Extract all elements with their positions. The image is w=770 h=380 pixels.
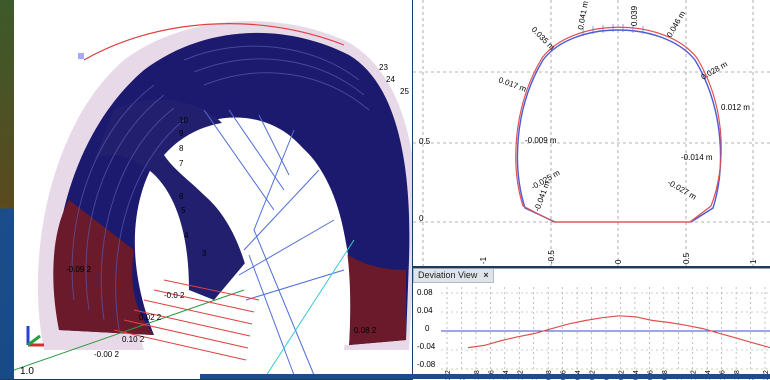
x-tick-label: 1	[749, 259, 758, 264]
deviation-view-panel: Deviation View × 0.08 0.04 0 -0.04 -0.08…	[413, 268, 770, 380]
close-icon[interactable]: ×	[483, 269, 488, 282]
deviation-label: 0.028 m	[700, 59, 730, 81]
ring-label: 6	[179, 192, 184, 201]
offset-label: -0.00 2	[94, 350, 119, 359]
ring-label: 8	[179, 144, 184, 153]
ring-label: 23	[379, 63, 388, 72]
background-desktop-strip	[0, 0, 14, 379]
taskbar-strip	[200, 374, 770, 379]
x-tick-label: -0.5	[547, 250, 556, 264]
offset-label: -0.0 2	[164, 291, 185, 300]
tunnel-3d-scene: 23 24 25 10 9 8 7 6 5 4 3 -0.09 2 -0.0 2…	[14, 21, 412, 379]
section-grid	[413, 0, 770, 266]
deviation-chart: 0.08 0.04 0 -0.04 -0.08 2.221.81.61.41.2…	[417, 287, 770, 380]
y-tick-label: -0.08	[417, 360, 436, 369]
selection-marker	[78, 53, 84, 59]
y-tick-label: 0	[425, 324, 430, 333]
deviation-label: -0.014 m	[681, 153, 713, 162]
ring-label: 7	[179, 159, 184, 168]
offset-label: 0.10 2	[122, 335, 145, 344]
offset-label: -0.09 2	[66, 265, 91, 274]
ring-label: 24	[386, 75, 395, 84]
x-tick-label: -1	[479, 256, 488, 264]
deviation-label: -0.009 m	[525, 136, 557, 145]
tab-deviation-view[interactable]: Deviation View ×	[413, 269, 494, 283]
deviation-label: 0.041 m	[576, 0, 590, 30]
ring-label: 5	[181, 206, 186, 215]
deviation-label: -0.027 m	[666, 178, 698, 202]
deviation-profile-line	[467, 315, 770, 349]
y-tick-label: 0.5	[419, 137, 431, 146]
ring-label: 25	[400, 87, 409, 96]
tab-label: Deviation View	[418, 270, 478, 280]
x-tick-label: 0	[614, 259, 623, 264]
deviation-label: 0.035 m	[530, 25, 557, 52]
ring-label: 9	[179, 129, 184, 138]
y-tick-label: 0.04	[417, 306, 433, 315]
deviation-label: 0.017 m	[497, 75, 528, 93]
offset-label: 0.02 2	[139, 313, 162, 322]
cross-section-view[interactable]: 0.041 m 0.039 0.046 m 0.035 m 0.028 m 0.…	[413, 0, 770, 266]
deviation-label: 0.046 m	[665, 9, 687, 39]
tunnel-3d-view[interactable]: 23 24 25 10 9 8 7 6 5 4 3 -0.09 2 -0.0 2…	[14, 0, 412, 379]
y-tick-label: 0.08	[417, 288, 433, 297]
offset-label: 0.08 2	[354, 326, 377, 335]
deviation-label: 0.012 m	[721, 103, 750, 112]
deviation-grid	[441, 287, 770, 370]
view-coordinate-label: 1.0	[20, 366, 34, 377]
x-tick-label: 0.5	[682, 252, 691, 264]
y-tick-label: -0.04	[417, 342, 436, 351]
ring-label: 10	[179, 116, 188, 125]
deviation-label: 0.039	[630, 5, 639, 26]
ring-label: 3	[202, 249, 207, 258]
cross-section-plot: 0.041 m 0.039 0.046 m 0.035 m 0.028 m 0.…	[413, 0, 770, 266]
y-tick-label: 0	[419, 214, 424, 223]
ring-label: 4	[184, 231, 189, 240]
